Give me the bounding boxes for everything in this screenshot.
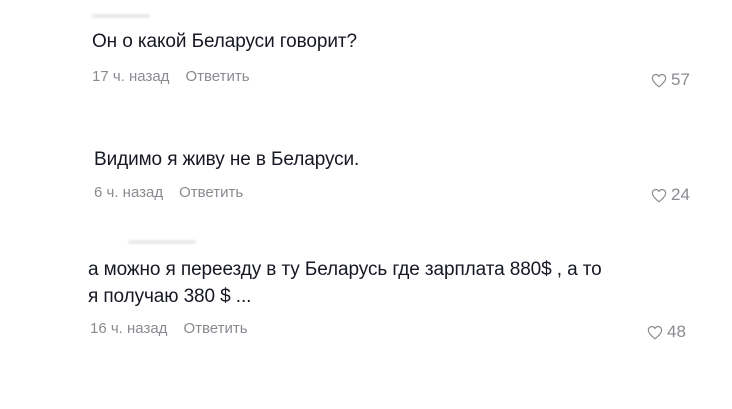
heart-outline-icon xyxy=(651,73,667,87)
like-count: 48 xyxy=(667,322,686,341)
like-count: 24 xyxy=(671,185,690,204)
like-button[interactable]: 57 xyxy=(651,70,690,90)
reply-button[interactable]: Ответить xyxy=(183,320,247,337)
comment-meta: 17 ч. назад Ответить xyxy=(92,68,250,85)
like-button[interactable]: 48 xyxy=(647,322,686,342)
username-obscured xyxy=(92,14,150,18)
reply-button[interactable]: Ответить xyxy=(185,68,249,85)
heart-outline-icon xyxy=(647,325,663,339)
username-obscured xyxy=(128,240,196,244)
reply-button[interactable]: Ответить xyxy=(179,184,243,201)
comment-meta: 6 ч. назад Ответить xyxy=(94,184,243,201)
comment-timestamp: 17 ч. назад xyxy=(92,68,170,85)
comment-text: Видимо я живу не в Беларуси. xyxy=(94,149,360,170)
heart-outline-icon xyxy=(651,188,667,202)
comment-meta: 16 ч. назад Ответить xyxy=(90,320,248,337)
like-button[interactable]: 24 xyxy=(651,185,690,205)
comment-text: а можно я переезду в ту Беларусь где зар… xyxy=(88,259,602,307)
comment-timestamp: 6 ч. назад xyxy=(94,184,164,201)
comment-timestamp: 16 ч. назад xyxy=(90,320,168,337)
comment-text: Он о какой Беларуси говорит? xyxy=(92,31,357,52)
like-count: 57 xyxy=(671,70,690,89)
